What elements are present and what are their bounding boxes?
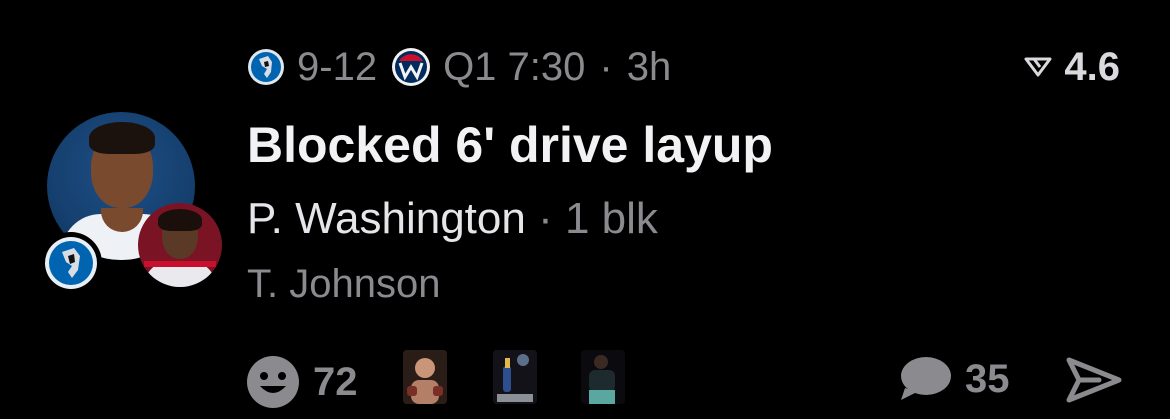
reactor-avatar[interactable] [493, 350, 537, 404]
reaction-button[interactable]: 72 [245, 354, 358, 410]
player-stat: 1 blk [564, 194, 658, 243]
opponent-avatar[interactable] [138, 203, 222, 287]
play-rating[interactable]: 4.6 [1024, 40, 1120, 94]
post-age-text: 3h [626, 44, 672, 89]
hair-shape [89, 122, 155, 154]
player-name[interactable]: P. Washington [247, 194, 526, 243]
game-meta-row: 9-12 Q1 7:30 · 3h [247, 40, 671, 94]
rating-value: 4.6 [1064, 44, 1120, 89]
rating-triangle-icon [1024, 57, 1052, 77]
player-line: P. Washington · 1 blk [247, 194, 658, 244]
play-card[interactable]: 9-12 Q1 7:30 · 3h 4.6 Blocked 6' drive l… [0, 0, 1170, 419]
wizards-logo-icon [391, 47, 431, 87]
secondary-player-name[interactable]: T. Johnson [247, 262, 440, 307]
jersey-trim [144, 261, 216, 267]
hair-shape [158, 209, 202, 231]
reaction-count: 72 [313, 359, 358, 404]
meta-separator: · [599, 44, 613, 89]
smiley-icon [247, 356, 299, 408]
chat-bubble-icon [901, 357, 951, 400]
score-text: 9-12 [297, 44, 378, 89]
reactor-avatar[interactable] [403, 350, 447, 404]
comment-button[interactable]: 35 [897, 354, 1010, 404]
send-arrow-icon [1066, 357, 1122, 403]
mavericks-logo-icon [247, 48, 285, 86]
comment-count: 35 [965, 356, 1010, 401]
play-headline: Blocked 6' drive layup [247, 117, 773, 173]
engagement-bar: 72 35 [245, 344, 1125, 414]
game-clock-text: Q1 7:30 [443, 44, 586, 89]
reactor-avatar[interactable] [581, 350, 625, 404]
mavericks-badge-icon [40, 232, 102, 294]
stat-separator: · [538, 194, 553, 243]
share-button[interactable] [1065, 356, 1123, 409]
